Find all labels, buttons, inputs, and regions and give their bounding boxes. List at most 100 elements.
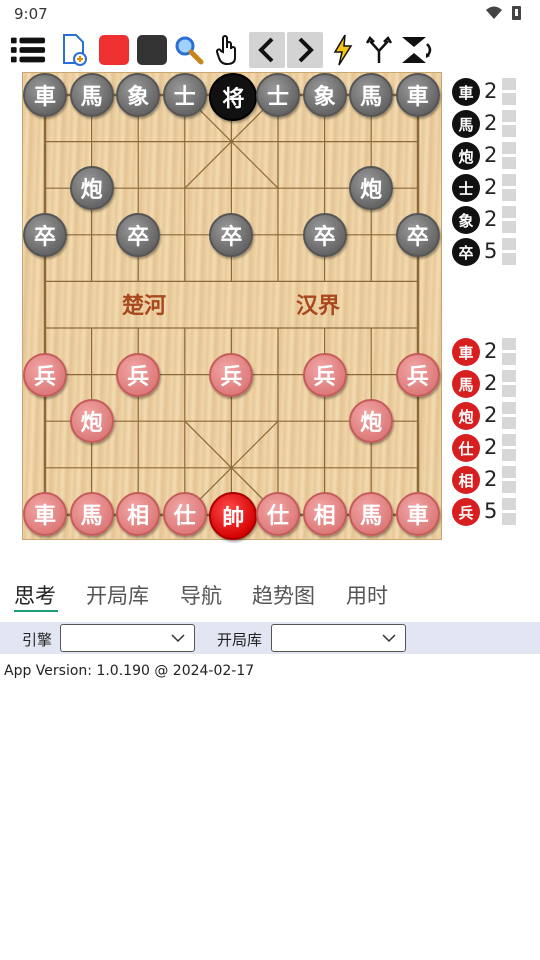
black-piece[interactable]: 卒: [116, 212, 161, 257]
status-time: 9:07: [14, 5, 48, 23]
red-mini-piece: 炮: [452, 402, 480, 430]
count-bar: [502, 338, 516, 366]
piece-count: 2: [484, 403, 498, 427]
black-mini-piece: 馬: [452, 110, 480, 138]
new-game-icon[interactable]: [56, 32, 92, 68]
river-label-left: 楚河: [122, 294, 167, 319]
red-piece[interactable]: 兵: [209, 352, 254, 397]
red-piece[interactable]: 兵: [116, 352, 161, 397]
chevron-left-icon: [258, 37, 274, 63]
piece-count: 2: [484, 79, 498, 103]
board-surface: 楚河 汉界: [22, 72, 442, 540]
red-piece[interactable]: 相: [302, 492, 347, 537]
piece-count: 5: [484, 499, 498, 523]
black-mini-piece: 士: [452, 174, 480, 202]
flip-board-icon[interactable]: [398, 32, 434, 68]
count-bar: [502, 142, 516, 170]
tab-trend-chart[interactable]: 趋势图: [252, 580, 315, 610]
piece-count: 2: [484, 143, 498, 167]
piece-count: 2: [484, 467, 498, 491]
black-mini-piece: 炮: [452, 142, 480, 170]
captured-count-row: 車2: [452, 76, 522, 108]
hand-icon[interactable]: [209, 32, 245, 68]
red-piece[interactable]: 仕: [162, 492, 207, 537]
black-piece[interactable]: 卒: [23, 212, 67, 257]
red-piece[interactable]: 炮: [69, 399, 114, 444]
lightning-icon[interactable]: [325, 32, 361, 68]
count-bar: [502, 78, 516, 106]
count-bar: [502, 238, 516, 266]
black-piece[interactable]: 卒: [395, 212, 440, 257]
chevron-right-icon: [298, 37, 314, 63]
settings-bar: 引擎 开局库: [0, 622, 540, 654]
red-mini-piece: 馬: [452, 370, 480, 398]
xiangqi-board[interactable]: 楚河 汉界 車馬象士将士象馬車炮炮卒卒卒卒卒兵兵兵兵兵炮炮車馬相仕帥仕相馬車: [22, 72, 442, 541]
piece-count: 2: [484, 435, 498, 459]
red-side-button[interactable]: [96, 32, 132, 68]
tab-thinking[interactable]: 思考: [14, 580, 56, 610]
black-captured-panel: 車2馬2炮2士2象2卒5: [452, 76, 522, 268]
black-piece[interactable]: 馬: [69, 73, 114, 117]
piece-count: 2: [484, 111, 498, 135]
black-piece[interactable]: 卒: [209, 212, 254, 257]
tab-opening-book[interactable]: 开局库: [86, 580, 149, 610]
branch-icon[interactable]: [361, 32, 397, 68]
captured-count-row: 仕2: [452, 432, 522, 464]
captured-count-row: 相2: [452, 464, 522, 496]
next-move-button[interactable]: [287, 32, 323, 68]
count-bar: [502, 370, 516, 398]
count-bar: [502, 206, 516, 234]
magnifier-icon[interactable]: [171, 32, 207, 68]
prev-move-button[interactable]: [249, 32, 285, 68]
black-piece[interactable]: 馬: [349, 73, 394, 117]
captured-count-row: 馬2: [452, 368, 522, 400]
river-label-right: 汉界: [296, 294, 341, 319]
engine-label: 引擎: [22, 631, 53, 649]
count-bar: [502, 110, 516, 138]
battery-icon: [512, 6, 521, 20]
captured-count-row: 象2: [452, 204, 522, 236]
tab-navigation[interactable]: 导航: [180, 580, 222, 610]
red-mini-piece: 仕: [452, 434, 480, 462]
tab-time-used[interactable]: 用时: [346, 580, 388, 610]
red-piece[interactable]: 兵: [23, 352, 67, 397]
black-piece[interactable]: 象: [302, 73, 347, 117]
count-bar: [502, 174, 516, 202]
captured-count-row: 卒5: [452, 236, 522, 268]
red-piece[interactable]: 兵: [395, 352, 440, 397]
piece-count: 2: [484, 175, 498, 199]
red-mini-piece: 車: [452, 338, 480, 366]
captured-count-row: 兵5: [452, 496, 522, 528]
board-grid: [43, 93, 420, 517]
black-piece[interactable]: 象: [116, 73, 161, 117]
black-piece[interactable]: 士: [256, 73, 300, 117]
piece-count: 2: [484, 339, 498, 363]
black-mini-piece: 象: [452, 206, 480, 234]
black-piece[interactable]: 車: [23, 73, 67, 117]
captured-count-row: 馬2: [452, 108, 522, 140]
black-piece[interactable]: 車: [395, 73, 440, 117]
app-version: App Version: 1.0.190 @ 2024-02-17: [4, 663, 255, 679]
black-piece[interactable]: 卒: [302, 212, 347, 257]
book-label: 开局库: [217, 631, 263, 649]
captured-count-row: 炮2: [452, 140, 522, 172]
red-mini-piece: 相: [452, 466, 480, 494]
count-bar: [502, 402, 516, 430]
status-bar: 9:07: [0, 0, 540, 28]
count-bar: [502, 498, 516, 526]
engine-select[interactable]: [60, 624, 195, 652]
black-piece[interactable]: 炮: [69, 166, 114, 211]
piece-count: 2: [484, 371, 498, 395]
captured-count-row: 炮2: [452, 400, 522, 432]
red-piece[interactable]: 兵: [302, 352, 347, 397]
red-piece[interactable]: 馬: [69, 492, 114, 537]
menu-icon[interactable]: [10, 32, 46, 68]
black-piece[interactable]: 士: [162, 73, 207, 117]
book-select[interactable]: [271, 624, 406, 652]
wifi-icon: [486, 6, 502, 19]
red-piece[interactable]: 車: [395, 492, 440, 537]
red-captured-panel: 車2馬2炮2仕2相2兵5: [452, 336, 522, 528]
chevron-down-icon: [171, 634, 185, 643]
black-side-button[interactable]: [134, 32, 170, 68]
count-bar: [502, 466, 516, 494]
